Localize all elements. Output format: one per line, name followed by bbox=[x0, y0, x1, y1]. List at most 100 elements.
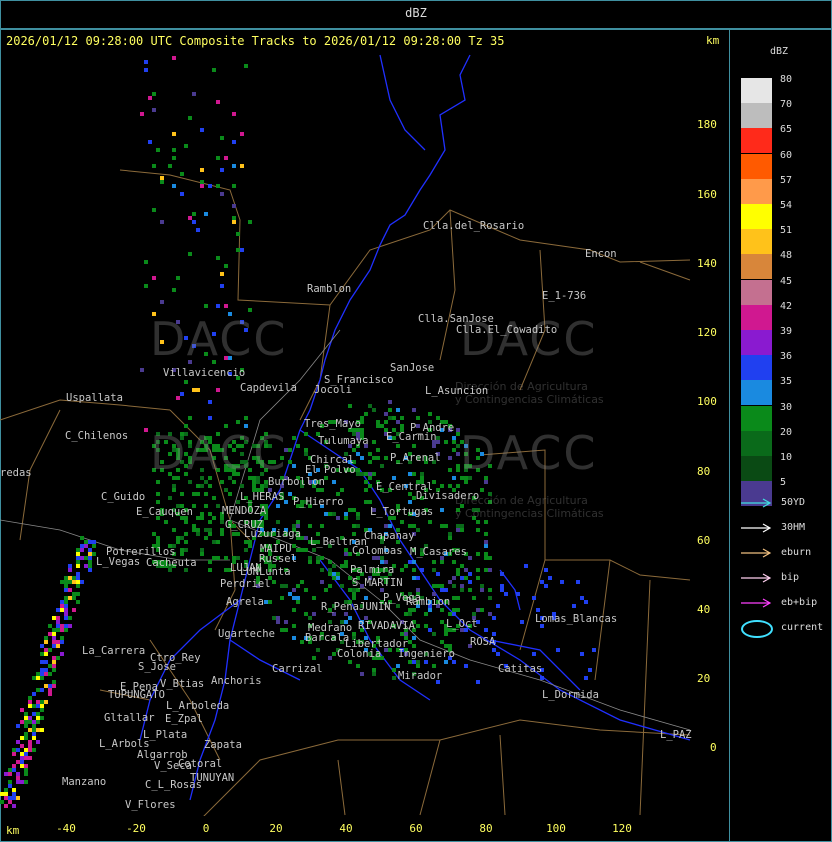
reflectivity-pixel bbox=[400, 632, 404, 636]
reflectivity-pixel bbox=[84, 540, 88, 544]
reflectivity-pixel bbox=[440, 484, 444, 488]
reflectivity-pixel bbox=[52, 632, 56, 636]
reflectivity-pixel bbox=[80, 536, 84, 540]
reflectivity-pixel bbox=[68, 616, 72, 620]
reflectivity-pixel bbox=[320, 556, 324, 560]
reflectivity-pixel bbox=[356, 468, 360, 472]
place-label: Cacheuta bbox=[146, 557, 197, 569]
reflectivity-pixel bbox=[304, 432, 308, 436]
reflectivity-pixel bbox=[204, 528, 208, 532]
reflectivity-pixel bbox=[436, 572, 440, 576]
reflectivity-pixel bbox=[28, 744, 32, 748]
place-label: E_1-736 bbox=[542, 290, 587, 302]
reflectivity-pixel bbox=[352, 632, 356, 636]
reflectivity-pixel bbox=[196, 532, 200, 536]
place-label: LUNLunta bbox=[240, 566, 291, 578]
reflectivity-pixel bbox=[32, 720, 36, 724]
place-label: Lomas_Blancas bbox=[535, 613, 618, 625]
reflectivity-pixel bbox=[440, 620, 444, 624]
reflectivity-pixel bbox=[324, 512, 328, 516]
legend-value: 30 bbox=[780, 401, 793, 413]
reflectivity-pixel bbox=[156, 492, 160, 496]
reflectivity-pixel bbox=[36, 712, 40, 716]
reflectivity-pixel bbox=[16, 796, 20, 800]
reflectivity-pixel bbox=[232, 112, 236, 116]
reflectivity-pixel bbox=[60, 580, 64, 584]
reflectivity-pixel bbox=[28, 740, 32, 744]
reflectivity-pixel bbox=[196, 528, 200, 532]
reflectivity-pixel bbox=[208, 184, 212, 188]
reflectivity-pixel bbox=[56, 616, 60, 620]
reflectivity-pixel bbox=[4, 792, 8, 796]
reflectivity-pixel bbox=[432, 664, 436, 668]
reflectivity-pixel bbox=[384, 456, 388, 460]
reflectivity-pixel bbox=[84, 556, 88, 560]
reflectivity-pixel bbox=[384, 420, 388, 424]
reflectivity-pixel bbox=[212, 68, 216, 72]
reflectivity-pixel bbox=[448, 532, 452, 536]
reflectivity-pixel bbox=[316, 556, 320, 560]
reflectivity-pixel bbox=[424, 660, 428, 664]
reflectivity-pixel bbox=[224, 488, 228, 492]
reflectivity-pixel bbox=[304, 452, 308, 456]
reflectivity-pixel bbox=[200, 180, 204, 184]
reflectivity-pixel bbox=[464, 480, 468, 484]
legend-value: 70 bbox=[780, 99, 793, 111]
reflectivity-pixel bbox=[368, 452, 372, 456]
legend-value: 35 bbox=[780, 376, 793, 388]
reflectivity-pixel bbox=[412, 560, 416, 564]
reflectivity-pixel bbox=[244, 64, 248, 68]
y-tick: 40 bbox=[697, 603, 711, 616]
reflectivity-pixel bbox=[32, 712, 36, 716]
reflectivity-pixel bbox=[56, 628, 60, 632]
reflectivity-pixel bbox=[196, 388, 200, 392]
reflectivity-pixel bbox=[408, 472, 412, 476]
reflectivity-pixel bbox=[372, 472, 376, 476]
reflectivity-pixel bbox=[412, 444, 416, 448]
place-label: Perdriel bbox=[220, 578, 271, 590]
reflectivity-pixel bbox=[40, 728, 44, 732]
reflectivity-pixel bbox=[436, 584, 440, 588]
reflectivity-pixel bbox=[176, 540, 180, 544]
reflectivity-pixel bbox=[468, 580, 472, 584]
reflectivity-pixel bbox=[200, 548, 204, 552]
reflectivity-pixel bbox=[272, 580, 276, 584]
place-label: Chapanay bbox=[364, 530, 415, 542]
legend-color-swatch bbox=[741, 254, 772, 280]
reflectivity-pixel bbox=[492, 616, 496, 620]
reflectivity-pixel bbox=[48, 624, 52, 628]
place-label: Zapata bbox=[204, 739, 242, 751]
reflectivity-pixel bbox=[184, 548, 188, 552]
reflectivity-pixel bbox=[340, 488, 344, 492]
reflectivity-pixel bbox=[500, 584, 504, 588]
reflectivity-pixel bbox=[88, 540, 92, 544]
legend-value: 80 bbox=[780, 74, 793, 85]
reflectivity-pixel bbox=[392, 476, 396, 480]
place-label: P_Andre bbox=[410, 422, 455, 434]
reflectivity-pixel bbox=[64, 588, 68, 592]
reflectivity-pixel bbox=[240, 248, 244, 252]
reflectivity-pixel bbox=[364, 488, 368, 492]
reflectivity-pixel bbox=[308, 524, 312, 528]
reflectivity-pixel bbox=[148, 96, 152, 100]
reflectivity-pixel bbox=[88, 560, 92, 564]
reflectivity-pixel bbox=[204, 504, 208, 508]
reflectivity-pixel bbox=[52, 660, 56, 664]
place-label: Carrizal bbox=[272, 663, 323, 675]
place-label: S_MARTIN bbox=[352, 577, 403, 589]
reflectivity-pixel bbox=[484, 568, 488, 572]
reflectivity-pixel bbox=[424, 624, 428, 628]
reflectivity-pixel bbox=[60, 636, 64, 640]
reflectivity-pixel bbox=[144, 68, 148, 72]
product-label: dBZ bbox=[405, 6, 427, 20]
reflectivity-pixel bbox=[12, 764, 16, 768]
reflectivity-pixel bbox=[232, 216, 236, 220]
reflectivity-pixel bbox=[160, 176, 164, 180]
reflectivity-pixel bbox=[416, 416, 420, 420]
reflectivity-pixel bbox=[216, 556, 220, 560]
reflectivity-pixel bbox=[232, 532, 236, 536]
reflectivity-pixel bbox=[152, 276, 156, 280]
reflectivity-pixel bbox=[464, 664, 468, 668]
reflectivity-pixel bbox=[72, 608, 76, 612]
reflectivity-pixel bbox=[92, 544, 96, 548]
